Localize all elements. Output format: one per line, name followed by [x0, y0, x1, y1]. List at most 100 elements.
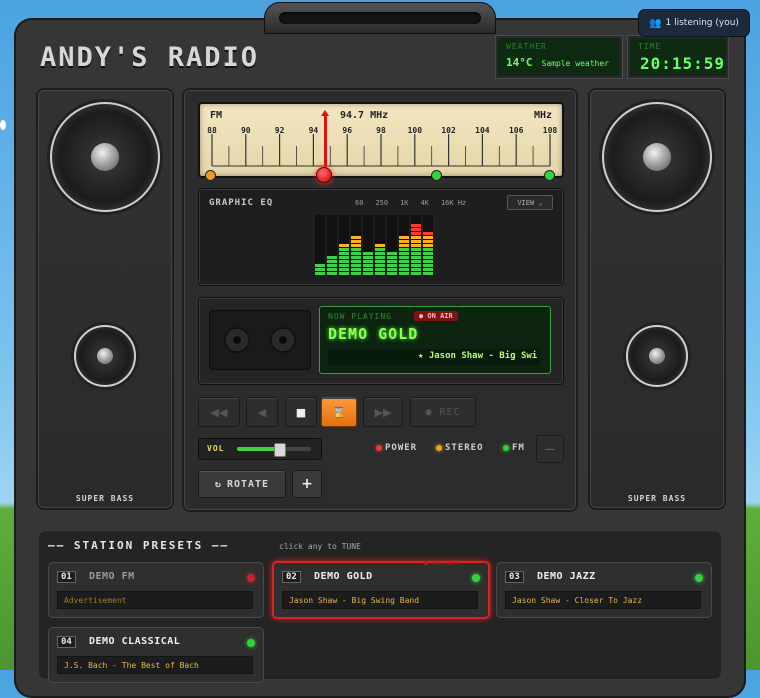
eq-segment [327, 264, 337, 267]
dial-tick-label: 94 [309, 126, 319, 135]
eq-segment [411, 268, 421, 271]
eq-segment [351, 256, 361, 259]
eq-segment [411, 236, 421, 239]
volume-fill [237, 447, 280, 451]
eq-segment [339, 260, 349, 263]
stereo-label: STEREO [445, 443, 484, 453]
eq-segment [363, 272, 373, 275]
eq-segment [375, 244, 385, 247]
eq-segment [423, 272, 433, 275]
cassette-reel-left [224, 327, 250, 353]
add-button[interactable]: + [292, 470, 322, 498]
preset-now-playing: Advertisement [57, 591, 253, 609]
volume-thumb[interactable] [274, 443, 287, 457]
preset-status-led [247, 639, 255, 647]
dial-tick-label: 88 [207, 126, 217, 135]
eq-segment [411, 272, 421, 275]
preset-now-playing: J.S. Bach - The Best of Bach [57, 656, 253, 674]
presets-title: —— STATION PRESETS —— [48, 539, 230, 552]
preset-status-led [247, 574, 255, 582]
dial-tick-label: 96 [342, 126, 352, 135]
eq-segment [339, 268, 349, 271]
eq-segment [327, 256, 337, 259]
volume-slider[interactable] [237, 443, 311, 457]
rotate-label: ROTATE [226, 478, 270, 490]
preset-card-demo-gold[interactable]: ● ON AIR 02 DEMO GOLD Jason Shaw - Big S… [272, 559, 490, 619]
now-playing-panel: NOW PLAYING ● ON AIR DEMO GOLD ★ Jason S… [198, 297, 564, 385]
preset-card-demo-jazz[interactable]: 03 DEMO JAZZ Jason Shaw - Closer To Jazz [496, 562, 712, 618]
left-speaker-panel: SUPER BASS [36, 88, 174, 510]
eq-band: 60 [355, 199, 364, 207]
eq-segment [423, 252, 433, 255]
power-label: POWER [385, 443, 418, 453]
eq-segment [423, 244, 433, 247]
eq-bar [339, 215, 349, 275]
eq-segment [327, 272, 337, 275]
dial-tick-label: 108 [543, 126, 558, 135]
eq-bar [423, 215, 433, 275]
eq-segment [351, 248, 361, 251]
tuning-dial[interactable]: 88 90 92 94 96 98 100 102 104 106 108 FM 94.7 MHz … [198, 102, 564, 178]
right-speaker-label: SUPER BASS [627, 494, 687, 503]
eq-bar [315, 215, 325, 275]
eq-bar [387, 215, 397, 275]
weather-temp: 14°C [506, 56, 533, 69]
eq-segment [351, 244, 361, 247]
clock-label: TIME [638, 42, 662, 51]
preset-card-demo-classical[interactable]: 04 DEMO CLASSICAL J.S. Bach - The Best o… [48, 627, 264, 683]
eq-segment [351, 272, 361, 275]
eq-segment [423, 236, 433, 239]
rotate-button[interactable]: ↻ ROTATE [198, 470, 286, 498]
weather-desc: Sample weather [541, 59, 609, 68]
record-button[interactable]: ● REC [410, 397, 476, 427]
fast-forward-button[interactable]: ▶▶ [363, 397, 403, 427]
eq-segment [339, 264, 349, 267]
cassette-window [209, 310, 311, 370]
app-title: ANDY'S RADIO [40, 42, 260, 73]
previous-button[interactable]: ◀ [246, 397, 278, 427]
eq-segment [399, 272, 409, 275]
eq-segment [315, 268, 325, 271]
eq-segment [375, 248, 385, 251]
left-woofer [50, 102, 160, 212]
eq-segment [375, 268, 385, 271]
preset-now-playing: Jason Shaw - Closer To Jazz [505, 591, 701, 609]
stop-button[interactable]: ■ [285, 397, 317, 427]
eq-segment [351, 252, 361, 255]
dial-tick-label: 106 [509, 126, 524, 135]
eq-segment [339, 252, 349, 255]
stereo-indicator: STEREO [436, 443, 484, 453]
eq-segment [363, 268, 373, 271]
eq-segment [423, 232, 433, 235]
eq-view-button[interactable]: VIEW ⌄ [507, 195, 553, 210]
eq-segment [363, 252, 373, 255]
graphic-eq-panel: GRAPHIC EQ 60 250 1K 4K 16K Hz VIEW ⌄ [198, 188, 564, 286]
preset-now-playing: Jason Shaw - Big Swing Band [282, 591, 478, 609]
now-playing-display: NOW PLAYING ● ON AIR DEMO GOLD ★ Jason S… [319, 306, 551, 374]
eq-segment [411, 260, 421, 263]
preset-number: 04 [57, 636, 76, 648]
minimize-button[interactable]: — [536, 435, 564, 463]
eq-segment [375, 264, 385, 267]
eq-bar [375, 215, 385, 275]
now-playing-ticker: ★ Jason Shaw - Big Swi [328, 349, 540, 365]
dial-frequency: 94.7 MHz [340, 110, 389, 121]
play-loading-button[interactable]: ⌛ [321, 397, 357, 427]
weather-display: WEATHER 14°C Sample weather [495, 35, 623, 79]
rewind-button[interactable]: ◀◀ [198, 397, 240, 427]
eq-segment [411, 224, 421, 227]
dial-tick-label: 90 [241, 126, 251, 135]
weather-label: WEATHER [506, 42, 547, 51]
eq-segment [423, 264, 433, 267]
dial-tick-label: 104 [475, 126, 490, 135]
listener-count-text: 1 listening (you) [665, 18, 739, 28]
eq-bar [411, 215, 421, 275]
preset-card-demo-fm[interactable]: 01 DEMO FM Advertisement [48, 562, 264, 618]
preset-status-led [472, 574, 480, 582]
eq-segment [351, 264, 361, 267]
eq-segment [399, 248, 409, 251]
power-led [376, 445, 382, 451]
left-tweeter [74, 325, 136, 387]
station-presets-panel: —— STATION PRESETS —— click any to TUNE … [38, 530, 722, 683]
eq-segment [399, 264, 409, 267]
